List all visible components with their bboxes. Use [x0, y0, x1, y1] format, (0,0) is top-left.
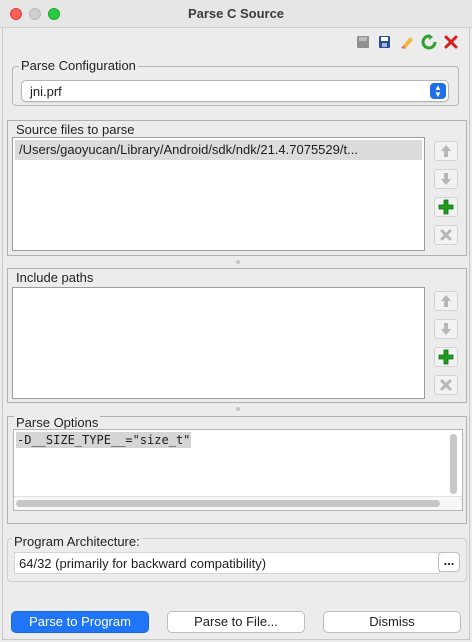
plus-icon	[438, 199, 454, 215]
parse-configuration-value: jni.prf	[30, 84, 62, 99]
include-paths-label: Include paths	[14, 270, 96, 285]
source-files-label: Source files to parse	[14, 122, 137, 137]
include-paths-panel: Include paths	[7, 268, 467, 403]
arrow-down-icon	[441, 173, 451, 185]
parse-options-textarea[interactable]: -D__SIZE_TYPE__="size_t"	[13, 429, 463, 511]
choose-architecture-button[interactable]: ...	[438, 552, 460, 572]
parse-options-panel: Parse Options -D__SIZE_TYPE__="size_t"	[7, 415, 467, 524]
include-paths-list[interactable]	[12, 287, 425, 399]
add-source-file-button[interactable]	[434, 197, 458, 217]
toolbar	[355, 34, 459, 52]
program-architecture-group: Program Architecture: 64/32 (primarily f…	[7, 534, 467, 582]
parse-options-label: Parse Options	[14, 415, 101, 430]
add-include-path-button[interactable]	[434, 347, 458, 367]
parse-options-text: -D__SIZE_TYPE__="size_t"	[16, 432, 192, 448]
arrow-up-icon	[441, 145, 451, 157]
horizontal-scrollbar[interactable]	[16, 500, 440, 507]
parse-configuration-label: Parse Configuration	[19, 58, 138, 73]
dialog-content: Parse Configuration jni.prf ▲ ▼ Source fi…	[2, 28, 470, 640]
source-files-buttons	[434, 141, 460, 245]
parse-to-program-button[interactable]: Parse to Program	[11, 611, 149, 633]
arrow-down-icon	[441, 323, 451, 335]
move-down-button[interactable]	[434, 319, 458, 339]
chevron-updown-icon: ▲ ▼	[430, 83, 446, 99]
refresh-icon[interactable]	[421, 34, 437, 50]
x-icon	[440, 229, 452, 241]
move-up-button[interactable]	[434, 291, 458, 311]
program-architecture-value: 64/32 (primarily for backward compatibil…	[19, 556, 267, 571]
parse-configuration-select[interactable]: jni.prf ▲ ▼	[21, 80, 449, 102]
title-bar: Parse C Source	[0, 0, 472, 28]
delete-icon[interactable]	[443, 34, 459, 50]
splitter-handle[interactable]	[236, 260, 240, 264]
program-architecture-field[interactable]: 64/32 (primarily for backward compatibil…	[14, 552, 440, 574]
window-title: Parse C Source	[187, 6, 285, 21]
remove-source-file-button[interactable]	[434, 225, 458, 245]
save-as-icon[interactable]	[377, 34, 393, 50]
x-icon	[440, 379, 452, 391]
arrow-up-icon	[441, 295, 451, 307]
program-architecture-label: Program Architecture:	[12, 534, 142, 549]
save-icon[interactable]	[355, 34, 371, 50]
vertical-scrollbar[interactable]	[450, 434, 457, 494]
move-down-button[interactable]	[434, 169, 458, 189]
source-files-panel: Source files to parse /Users/gaoyucan/Li…	[7, 120, 467, 256]
include-paths-buttons	[434, 291, 460, 395]
plus-icon	[438, 349, 454, 365]
list-item[interactable]: /Users/gaoyucan/Library/Android/sdk/ndk/…	[15, 140, 422, 160]
move-up-button[interactable]	[434, 141, 458, 161]
splitter-handle[interactable]	[236, 407, 240, 411]
parse-configuration-group: Parse Configuration jni.prf ▲ ▼	[12, 58, 459, 106]
horizontal-scroll-track	[14, 496, 462, 510]
remove-include-path-button[interactable]	[434, 375, 458, 395]
dismiss-button[interactable]: Dismiss	[323, 611, 461, 633]
clear-icon[interactable]	[399, 34, 415, 50]
parse-to-file-button[interactable]: Parse to File...	[167, 611, 305, 633]
source-files-list[interactable]: /Users/gaoyucan/Library/Android/sdk/ndk/…	[12, 137, 425, 251]
